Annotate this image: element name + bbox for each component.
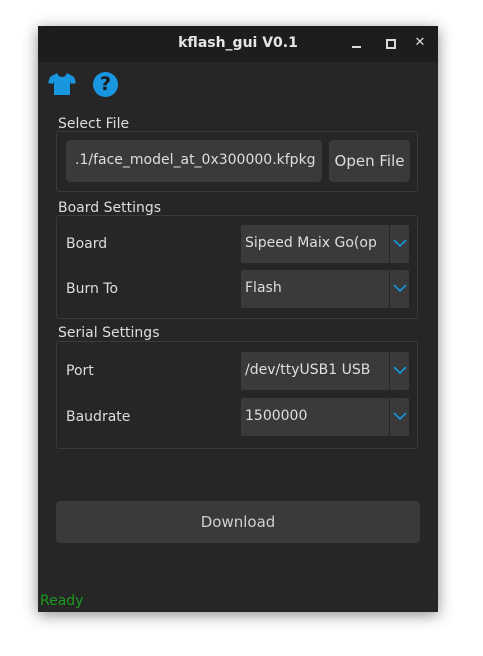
baudrate-label: Baudrate	[66, 409, 131, 425]
baudrate-dropdown-toggle[interactable]	[389, 398, 409, 436]
maximize-button[interactable]	[382, 35, 398, 51]
question-icon: ?	[99, 73, 112, 95]
chevron-down-icon	[393, 366, 407, 375]
maximize-icon	[386, 39, 396, 49]
select-file-title: Select File	[58, 116, 130, 132]
serial-settings-title: Serial Settings	[58, 325, 160, 341]
port-dropdown-toggle[interactable]	[389, 352, 409, 390]
status-text: Ready	[40, 593, 84, 609]
baudrate-select-value: 1500000	[245, 408, 308, 424]
port-label: Port	[66, 363, 94, 379]
board-dropdown-toggle[interactable]	[389, 225, 409, 263]
board-select[interactable]: Sipeed Maix Go(op	[241, 225, 409, 263]
burn-to-dropdown-toggle[interactable]	[389, 270, 409, 308]
board-label: Board	[66, 236, 108, 252]
app-window: kflash_gui V0.1 ✕ ? Select File .1/face_…	[38, 26, 438, 612]
port-select[interactable]: /dev/ttyUSB1 USB	[241, 352, 409, 390]
burn-to-select[interactable]: Flash	[241, 270, 409, 308]
chevron-down-icon	[393, 412, 407, 421]
t-shirt-icon[interactable]	[48, 72, 76, 96]
board-select-value: Sipeed Maix Go(op	[245, 235, 377, 251]
board-settings-title: Board Settings	[58, 200, 162, 216]
port-select-value: /dev/ttyUSB1 USB	[245, 362, 371, 378]
baudrate-select[interactable]: 1500000	[241, 398, 409, 436]
close-icon: ✕	[414, 35, 426, 50]
open-file-button[interactable]: Open File	[329, 140, 410, 182]
burn-to-label: Burn To	[66, 281, 119, 297]
chevron-down-icon	[393, 284, 407, 293]
title-bar[interactable]: kflash_gui V0.1 ✕	[38, 26, 438, 62]
window-title: kflash_gui V0.1	[178, 35, 298, 51]
burn-to-select-value: Flash	[245, 280, 282, 296]
file-path-field[interactable]: .1/face_model_at_0x300000.kfpkg	[66, 140, 322, 182]
minimize-button[interactable]	[349, 35, 365, 51]
help-icon[interactable]: ?	[93, 72, 118, 97]
download-button[interactable]: Download	[56, 501, 420, 543]
close-button[interactable]: ✕	[412, 35, 428, 51]
minimize-icon	[352, 46, 361, 48]
chevron-down-icon	[393, 239, 407, 248]
